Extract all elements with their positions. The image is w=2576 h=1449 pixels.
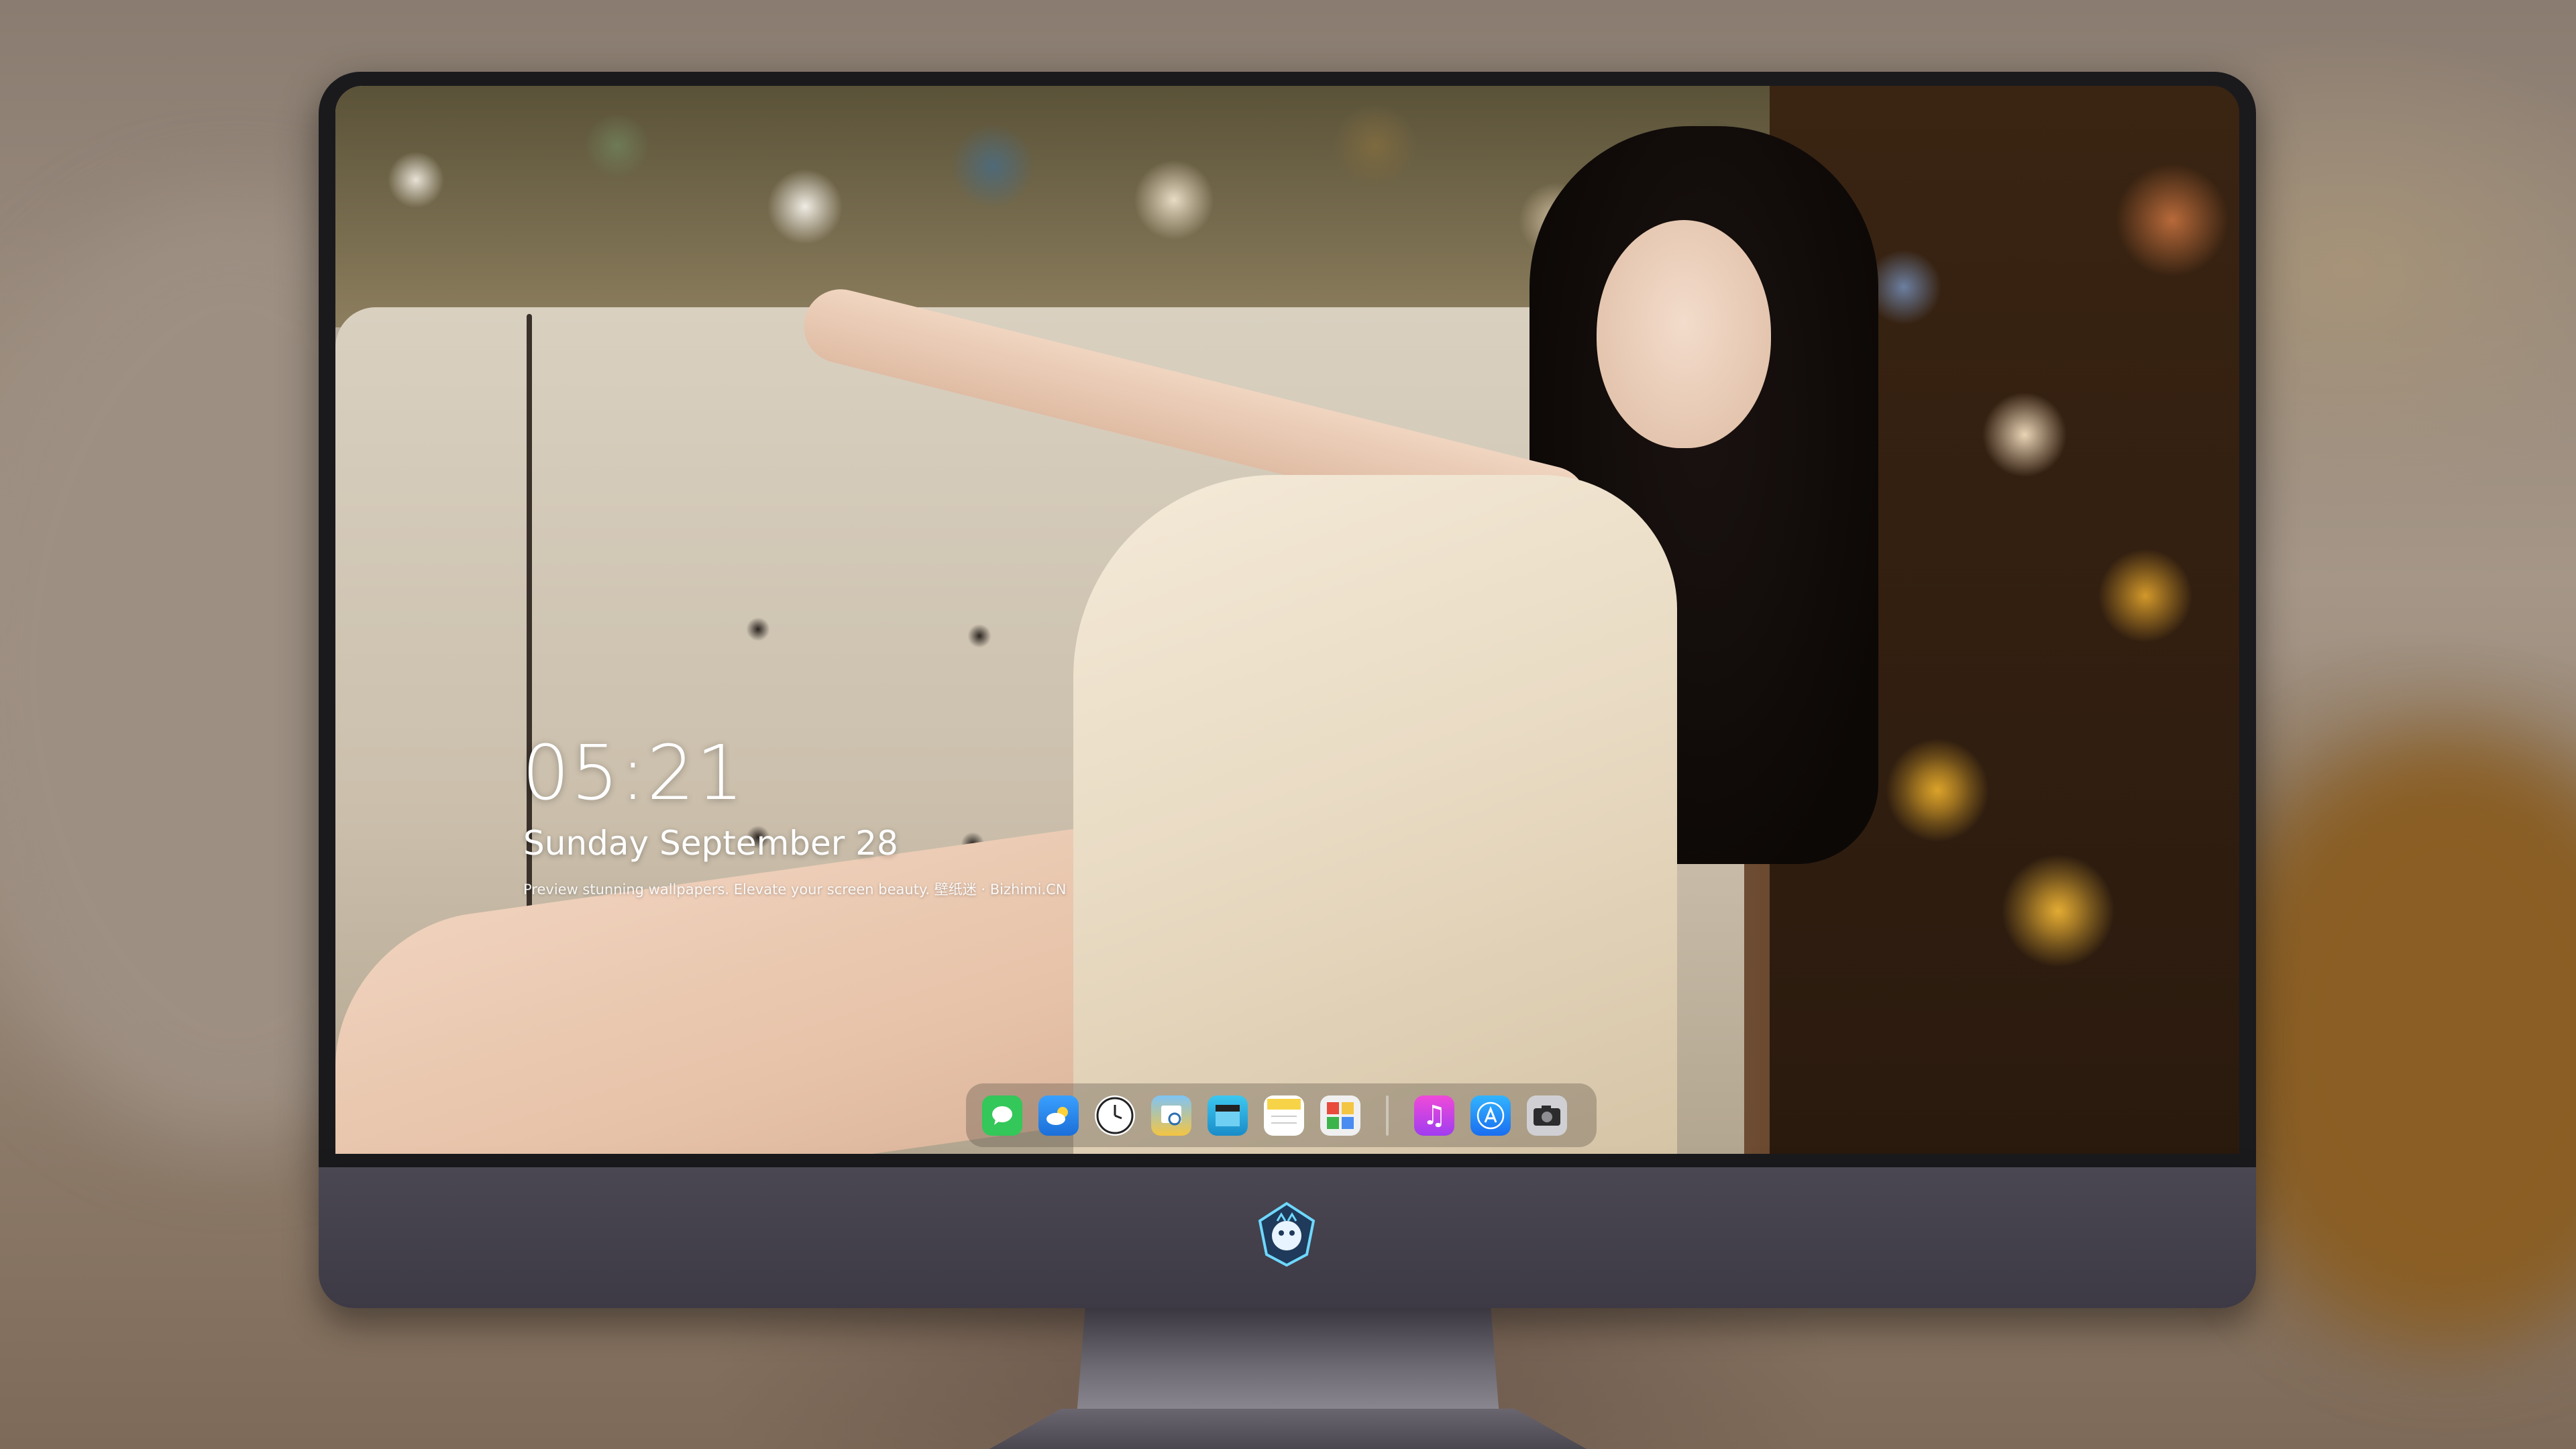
weather-icon[interactable]: [1038, 1095, 1079, 1136]
dock-separator: [1386, 1095, 1389, 1136]
lockscreen-date: Sunday September 28: [523, 824, 898, 863]
lock-screen[interactable]: 05:21 Sunday September 28 Preview stunni…: [335, 86, 2239, 1154]
monitor-stand-base: [989, 1409, 1587, 1449]
music-icon[interactable]: ♫: [1414, 1095, 1454, 1136]
shield-mascot-icon: [1253, 1201, 1320, 1268]
wallpaper-figure-face: [1597, 220, 1771, 448]
lockscreen-clock: 05:21: [522, 730, 745, 817]
video-editor-icon[interactable]: [1208, 1095, 1248, 1136]
messages-icon[interactable]: [982, 1095, 1022, 1136]
app-store-icon[interactable]: [1470, 1095, 1511, 1136]
preview-icon[interactable]: [1151, 1095, 1191, 1136]
dock: ♫: [966, 1083, 1597, 1147]
notes-icon[interactable]: [1264, 1095, 1304, 1136]
monitor-stand: [1077, 1308, 1499, 1415]
blur-right: [2214, 738, 2576, 1342]
wallpaper-figure-dress: [1073, 475, 1677, 1154]
camera-icon[interactable]: [1527, 1095, 1567, 1136]
photo-gallery-icon[interactable]: [1320, 1095, 1360, 1136]
lockscreen-tagline: Preview stunning wallpapers. Elevate you…: [523, 881, 1067, 898]
desktop-background: 05:21 Sunday September 28 Preview stunni…: [0, 0, 2576, 1449]
clock-icon[interactable]: [1095, 1095, 1135, 1136]
